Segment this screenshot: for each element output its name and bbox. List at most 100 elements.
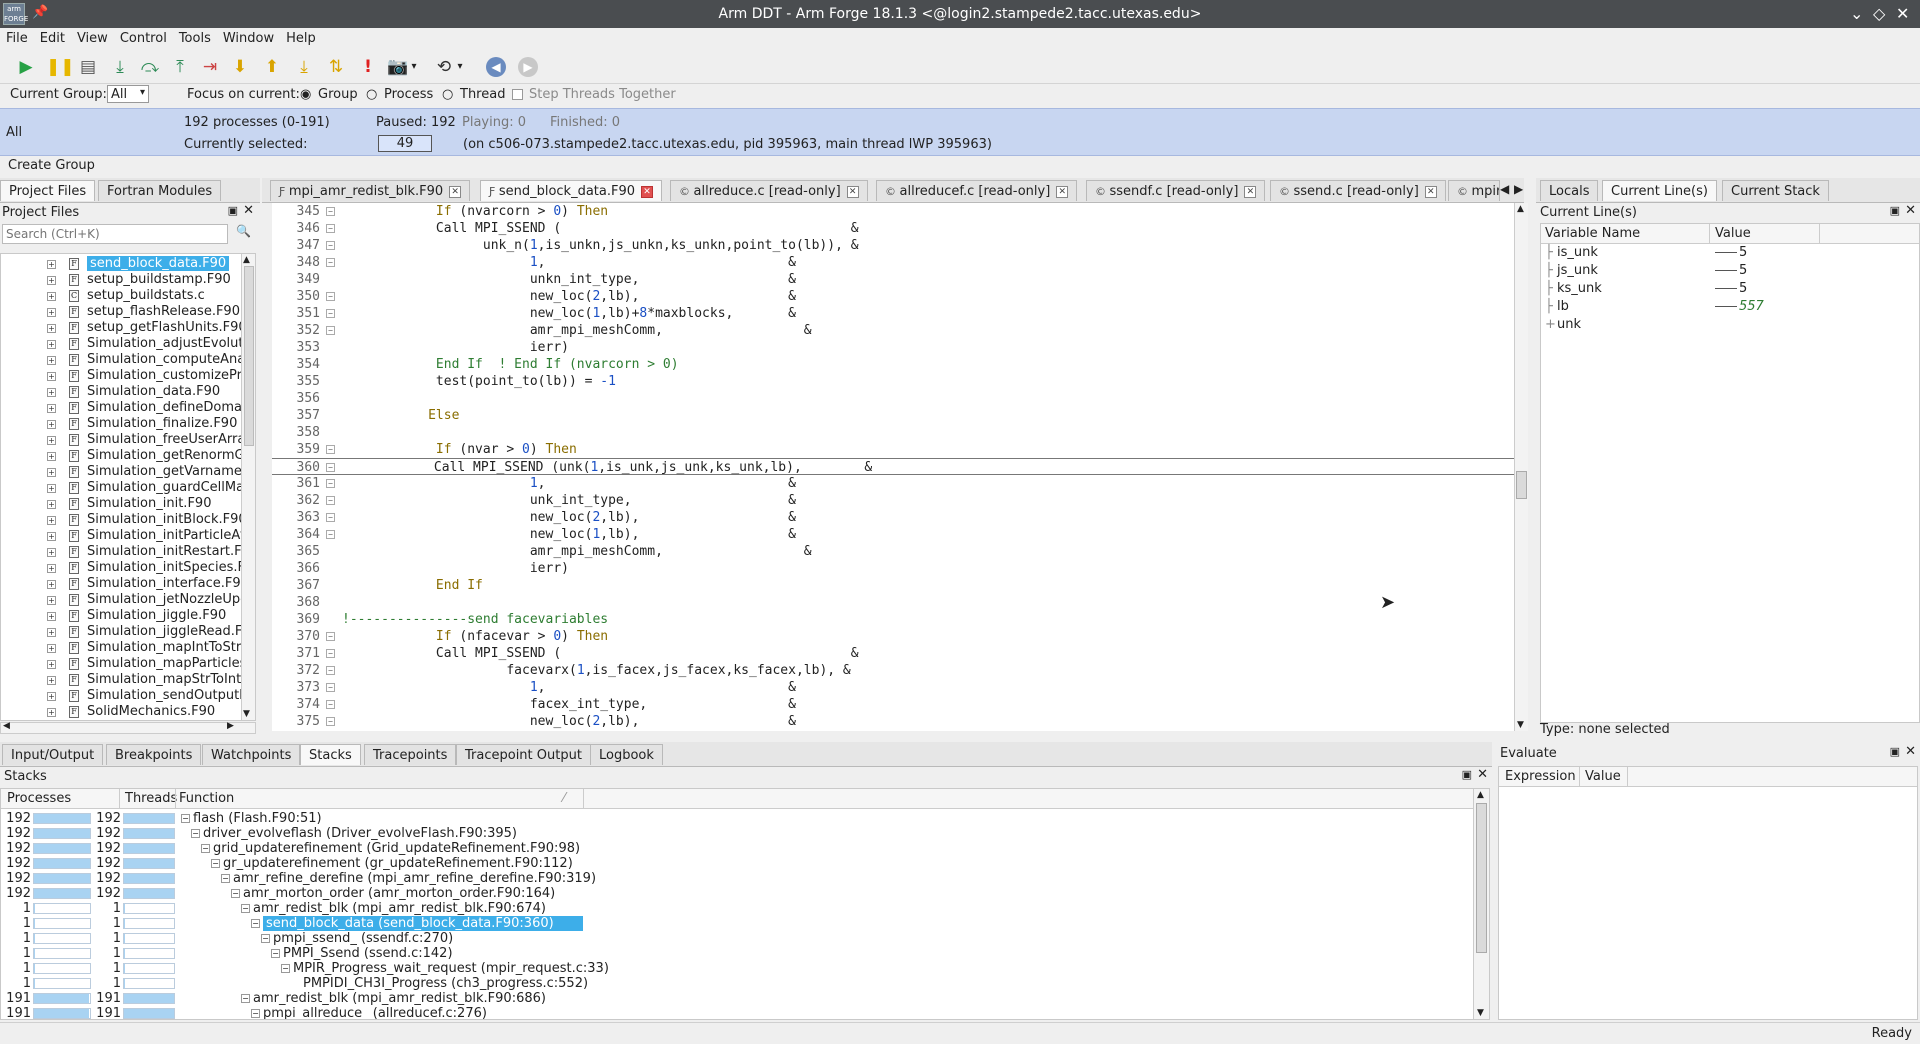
menu-window[interactable]: Window — [217, 28, 280, 46]
collapse-icon[interactable]: − — [211, 859, 220, 868]
line-number[interactable]: 357 — [272, 407, 320, 424]
stack-function[interactable]: flash (Flash.F90:51) — [193, 811, 322, 826]
scroll-right-icon[interactable]: ▶ — [227, 721, 234, 731]
code-line[interactable]: 346− Call MPI_SSEND ( & — [272, 220, 1516, 237]
align-stacks-icon[interactable]: ⇅ — [324, 55, 348, 79]
selected-process-box[interactable]: 49 — [378, 135, 432, 152]
line-number[interactable]: 351 — [272, 305, 320, 322]
file-row[interactable]: + F Simulation_init.F90 — [1, 496, 241, 512]
file-row[interactable]: + F Simulation_defineDomain — [1, 400, 254, 416]
expand-icon[interactable]: + — [47, 532, 56, 541]
file-tree-hscrollbar[interactable]: ◀ ▶ — [0, 721, 256, 734]
code-line[interactable]: 373− 1, & — [272, 679, 1516, 696]
file-name[interactable]: Simulation_defineDomain — [87, 400, 254, 415]
group-all-label[interactable]: All — [6, 125, 22, 140]
fold-marker-icon[interactable]: − — [326, 513, 335, 522]
code-line[interactable]: 363− new_loc(2,lb), & — [272, 509, 1516, 526]
current-group-select[interactable]: All ▾ — [107, 85, 149, 103]
scroll-thumb[interactable] — [244, 266, 254, 446]
tab-locals[interactable]: Locals — [1540, 180, 1599, 201]
line-number[interactable]: 356 — [272, 390, 320, 407]
line-number[interactable]: 369 — [272, 611, 320, 628]
line-number[interactable]: 360 — [272, 459, 320, 476]
file-name[interactable]: Simulation_finalize.F90 — [87, 416, 237, 431]
code-line[interactable]: 357 Else — [272, 407, 1516, 424]
expand-icon[interactable]: + — [47, 596, 56, 605]
line-number[interactable]: 352 — [272, 322, 320, 339]
collapse-icon[interactable]: − — [261, 934, 270, 943]
stack-function[interactable]: driver_evolveflash (Driver_evolveFlash.F… — [203, 826, 517, 841]
expand-icon[interactable]: + — [47, 324, 56, 333]
exclamation-icon[interactable]: ! — [356, 55, 380, 79]
stacks-scrollbar[interactable]: ▲ ▼ — [1473, 789, 1489, 1019]
code-line[interactable]: 350− new_loc(2,lb), & — [272, 288, 1516, 305]
stack-row[interactable]: 1 1 − MPIR_Progress_wait_request (mpir_requ… — [1, 961, 1471, 976]
line-number[interactable]: 370 — [272, 628, 320, 645]
pause-icon[interactable]: ❚❚ — [46, 55, 75, 79]
add-breakpoint-icon[interactable]: ▤ — [76, 55, 100, 79]
stack-row[interactable]: 192 192 − amr_morton_order (amr_morton_orde… — [1, 886, 1471, 901]
scroll-left-icon[interactable]: ◀ — [3, 721, 10, 731]
code-line[interactable]: 348− 1, & — [272, 254, 1516, 271]
line-number[interactable]: 354 — [272, 356, 320, 373]
line-number[interactable]: 363 — [272, 509, 320, 526]
forward-icon[interactable]: ▶ — [518, 57, 538, 77]
file-name[interactable]: Simulation_computeAnal — [87, 352, 249, 367]
file-name[interactable]: Simulation_data.F90 — [87, 384, 220, 399]
line-number[interactable]: 362 — [272, 492, 320, 509]
tab-breakpoints[interactable]: Breakpoints — [106, 744, 202, 765]
file-row[interactable]: + Fsend_block_data.F90 — [1, 256, 241, 272]
code-line[interactable]: 369 !---------------send facevariables — [272, 611, 1516, 628]
fold-marker-icon[interactable]: − — [326, 479, 335, 488]
close-panel-icon[interactable]: ✕ — [1905, 203, 1916, 218]
stack-row[interactable]: 191 191 − amr_redist_blk (mpi_amr_redist_bl… — [1, 991, 1471, 1006]
tab-allreducef-c[interactable]: © allreducef.c [read-only] ✕ — [876, 180, 1078, 201]
focus-thread-radio[interactable]: ○ — [442, 87, 453, 102]
expand-icon[interactable]: + — [47, 468, 56, 477]
expand-icon[interactable]: + — [47, 612, 56, 621]
fold-marker-icon[interactable]: − — [326, 666, 335, 675]
snapshot-dropdown-icon[interactable]: ▾ — [454, 55, 466, 79]
file-row[interactable]: + F Simulation_data.F90 — [1, 384, 241, 400]
file-row[interactable]: + F Simulation_computeAnal — [1, 352, 249, 368]
expand-icon[interactable]: + — [47, 356, 56, 365]
file-row[interactable]: + F Simulation_initSpecies.F9 — [1, 560, 253, 576]
file-row[interactable]: + F Simulation_adjustEvolutio — [1, 336, 255, 352]
search-input[interactable] — [2, 224, 228, 244]
close-tab-icon[interactable]: ✕ — [641, 185, 654, 198]
stack-function[interactable]: gr_updaterefinement (gr_updateRefinement… — [223, 856, 573, 871]
tab-send-block-data[interactable]: Ƒ send_block_data.F90 ✕ — [480, 180, 663, 201]
variable-row[interactable]: + unk — [1541, 316, 1919, 334]
focus-thread-label[interactable]: Thread — [460, 87, 505, 102]
step-into-icon[interactable]: ⤓ — [108, 55, 132, 79]
evaluate-table[interactable]: Expression Value — [1498, 766, 1918, 1020]
scroll-up-icon[interactable]: ▲ — [1517, 204, 1524, 214]
file-name[interactable]: setup_buildstats.c — [87, 288, 205, 303]
file-name[interactable]: Simulation_initBlock.F90 — [87, 512, 247, 527]
file-row[interactable]: + F Simulation_initRestart.F9 — [1, 544, 250, 560]
run-to-line-icon[interactable]: ⇥ — [198, 55, 222, 79]
expand-icon[interactable]: + — [47, 404, 56, 413]
stack-row[interactable]: 192 192 − driver_evolveflash (Driver_evolve… — [1, 826, 1471, 841]
file-row[interactable]: + F Simulation_customizePro — [1, 368, 250, 384]
fold-marker-icon[interactable]: − — [326, 241, 335, 250]
line-number[interactable]: 347 — [272, 237, 320, 254]
file-name[interactable]: Simulation_adjustEvolutio — [87, 336, 255, 351]
tab-tracepoints[interactable]: Tracepoints — [364, 744, 457, 765]
file-row[interactable]: + F Simulation_mapParticles\ — [1, 656, 251, 672]
tab-current-stack[interactable]: Current Stack — [1722, 180, 1829, 201]
expand-icon[interactable]: + — [47, 340, 56, 349]
code-line[interactable]: 364− new_loc(1,lb), & — [272, 526, 1516, 543]
file-row[interactable]: + F Simulation_initParticleAtt — [1, 528, 250, 544]
line-number[interactable]: 353 — [272, 339, 320, 356]
back-icon[interactable]: ◀ — [486, 57, 506, 77]
editor-scrollbar[interactable]: ▲ ▼ — [1514, 203, 1528, 731]
file-name[interactable]: Simulation_jiggleRead.F9 — [87, 624, 251, 639]
file-row[interactable]: + F Simulation_freeUserArray — [1, 432, 253, 448]
expand-icon[interactable]: + — [47, 484, 56, 493]
file-name[interactable]: setup_getFlashUnits.F90 — [87, 320, 247, 335]
file-name[interactable]: Simulation_freeUserArray — [87, 432, 253, 447]
fold-marker-icon[interactable]: − — [326, 496, 335, 505]
code-line[interactable]: 375− new_loc(2,lb), & — [272, 713, 1516, 730]
code-line[interactable]: 355 test(point_to(lb)) = -1 — [272, 373, 1516, 390]
